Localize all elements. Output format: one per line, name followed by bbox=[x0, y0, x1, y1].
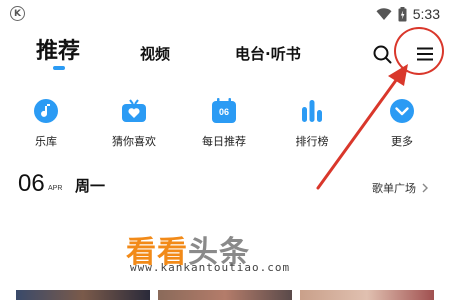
entry-ranking[interactable]: 排行榜 bbox=[277, 97, 347, 149]
entry-guess-you-like[interactable]: 猜你喜欢 bbox=[99, 97, 169, 149]
tab-radio-audiobook[interactable]: 电台·听书 bbox=[235, 43, 301, 64]
entry-label: 每日推荐 bbox=[202, 135, 246, 148]
tab-recommend[interactable]: 推荐 bbox=[36, 33, 80, 65]
entry-daily-recommend[interactable]: 06 每日推荐 bbox=[189, 97, 259, 149]
playlist-card[interactable] bbox=[158, 290, 292, 300]
radio-heart-icon bbox=[120, 97, 148, 125]
calendar-icon: 06 bbox=[210, 97, 238, 125]
playlist-card[interactable] bbox=[300, 290, 434, 300]
search-icon[interactable] bbox=[372, 44, 394, 64]
app-badge-icon: K bbox=[10, 6, 25, 21]
entry-more[interactable]: 更多 bbox=[367, 97, 437, 149]
entry-music-library[interactable]: 乐库 bbox=[11, 97, 81, 149]
date-weekday: 周一 bbox=[75, 177, 106, 195]
playlist-square-link[interactable]: 歌单广场 bbox=[372, 180, 428, 196]
wifi-icon bbox=[376, 7, 392, 20]
date-month: APR bbox=[48, 185, 63, 192]
calendar-day-badge: 06 bbox=[218, 107, 229, 117]
ranking-bars-icon bbox=[298, 97, 326, 125]
status-bar: K 5:33 bbox=[0, 0, 450, 28]
entry-label: 猜你喜欢 bbox=[112, 135, 156, 148]
playlist-square-label: 歌单广场 bbox=[372, 182, 416, 195]
more-chevron-icon bbox=[388, 97, 416, 125]
music-note-icon bbox=[32, 97, 60, 125]
watermark-url: www.kankantoutiao.com bbox=[130, 261, 291, 274]
entry-label: 排行榜 bbox=[295, 135, 329, 148]
entry-label: 更多 bbox=[391, 135, 413, 148]
chevron-right-icon bbox=[422, 183, 428, 193]
tab-active-indicator bbox=[53, 66, 65, 70]
battery-icon bbox=[398, 6, 407, 21]
status-icons: 5:33 bbox=[376, 4, 440, 24]
clock: 5:33 bbox=[412, 6, 440, 22]
date-day: 06 bbox=[18, 170, 45, 197]
entry-label: 乐库 bbox=[35, 135, 57, 148]
tab-video[interactable]: 视频 bbox=[140, 43, 170, 64]
menu-icon[interactable] bbox=[416, 46, 434, 62]
playlist-card[interactable] bbox=[16, 290, 150, 300]
